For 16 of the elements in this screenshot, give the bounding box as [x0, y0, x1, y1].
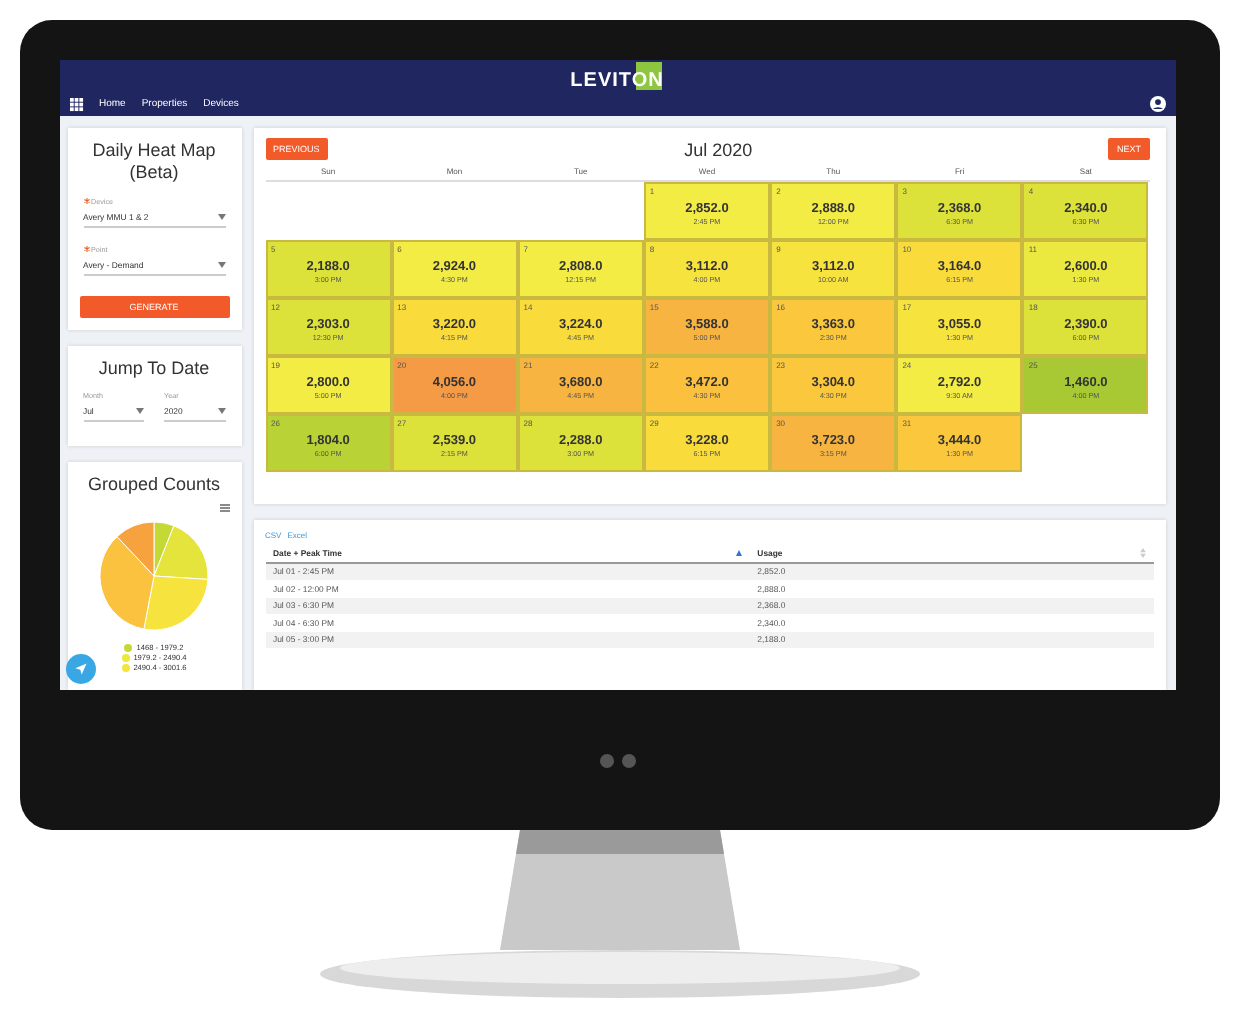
- caret-icon: [136, 408, 144, 415]
- caret-icon: [217, 213, 225, 220]
- navigation-arrow-icon: [73, 662, 87, 676]
- pie-chart-drawing: [98, 520, 210, 633]
- caret-icon: [217, 408, 225, 415]
- card-title: Grouped Counts: [85, 474, 223, 497]
- menu-icon[interactable]: [219, 504, 229, 513]
- card-title: Daily Heat Map (Beta): [90, 140, 218, 184]
- navigation-fab-button[interactable]: [65, 654, 95, 684]
- month-title: Jul 2020: [684, 139, 753, 159]
- caret-icon: [217, 261, 225, 268]
- apps-grid-icon[interactable]: [69, 97, 83, 111]
- card-title: Jump To Date: [96, 357, 212, 379]
- camera-dot-icon: [599, 753, 613, 767]
- camera-dot-icon: [621, 753, 635, 767]
- user-account-icon[interactable]: [1149, 96, 1165, 112]
